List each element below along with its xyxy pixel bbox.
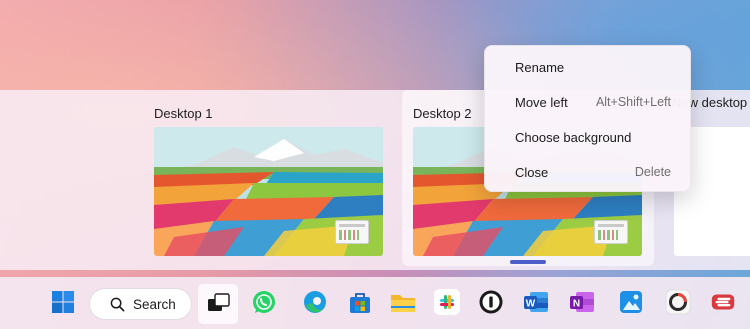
search-box[interactable]: Search bbox=[89, 288, 192, 320]
menu-item-close-shortcut: Delete bbox=[634, 165, 671, 179]
desktop-context-menu: Rename Move left Alt+Shift+Left Choose b… bbox=[484, 45, 691, 192]
svg-text:N: N bbox=[573, 299, 580, 310]
search-label: Search bbox=[133, 296, 176, 312]
desktop-1-label: Desktop 1 bbox=[154, 106, 213, 121]
active-desktop-indicator bbox=[510, 260, 546, 264]
menu-item-close-label: Close bbox=[515, 164, 549, 180]
menu-item-choose-background[interactable]: Choose background bbox=[489, 120, 688, 154]
word-icon[interactable]: W bbox=[522, 288, 550, 316]
start-icon[interactable] bbox=[49, 288, 77, 316]
menu-item-move-left-shortcut: Alt+Shift+Left bbox=[595, 95, 671, 109]
desktop-card-1[interactable]: Desktop 1 bbox=[154, 90, 406, 266]
whatsapp-icon[interactable] bbox=[250, 288, 278, 316]
svg-text:W: W bbox=[526, 299, 536, 310]
search-icon bbox=[110, 297, 125, 311]
desktop-2-label: Desktop 2 bbox=[413, 106, 472, 121]
menu-item-close[interactable]: Close Delete bbox=[489, 155, 688, 189]
menu-item-move-left[interactable]: Move left Alt+Shift+Left bbox=[489, 85, 688, 119]
file-explorer-icon[interactable] bbox=[389, 288, 417, 316]
expressvpn-icon[interactable] bbox=[709, 288, 737, 316]
menu-item-move-left-label: Move left bbox=[515, 94, 568, 110]
desktop-2-window-preview bbox=[594, 220, 628, 244]
menu-item-choose-background-label: Choose background bbox=[515, 129, 632, 145]
desktop-1-window-preview bbox=[335, 220, 369, 244]
edge-icon[interactable] bbox=[301, 288, 329, 316]
task-view-button[interactable] bbox=[198, 284, 238, 324]
photos-icon[interactable] bbox=[617, 288, 645, 316]
menu-item-rename[interactable]: Rename bbox=[489, 50, 688, 84]
capture-icon[interactable] bbox=[664, 288, 692, 316]
slack-icon[interactable] bbox=[433, 288, 461, 316]
menu-item-rename-label: Rename bbox=[515, 59, 565, 75]
onenote-icon[interactable]: N bbox=[568, 288, 596, 316]
desktop-1-thumbnail[interactable] bbox=[154, 127, 383, 256]
1password-icon[interactable] bbox=[477, 288, 505, 316]
store-icon[interactable] bbox=[346, 288, 374, 316]
task-view-icon bbox=[208, 293, 230, 311]
